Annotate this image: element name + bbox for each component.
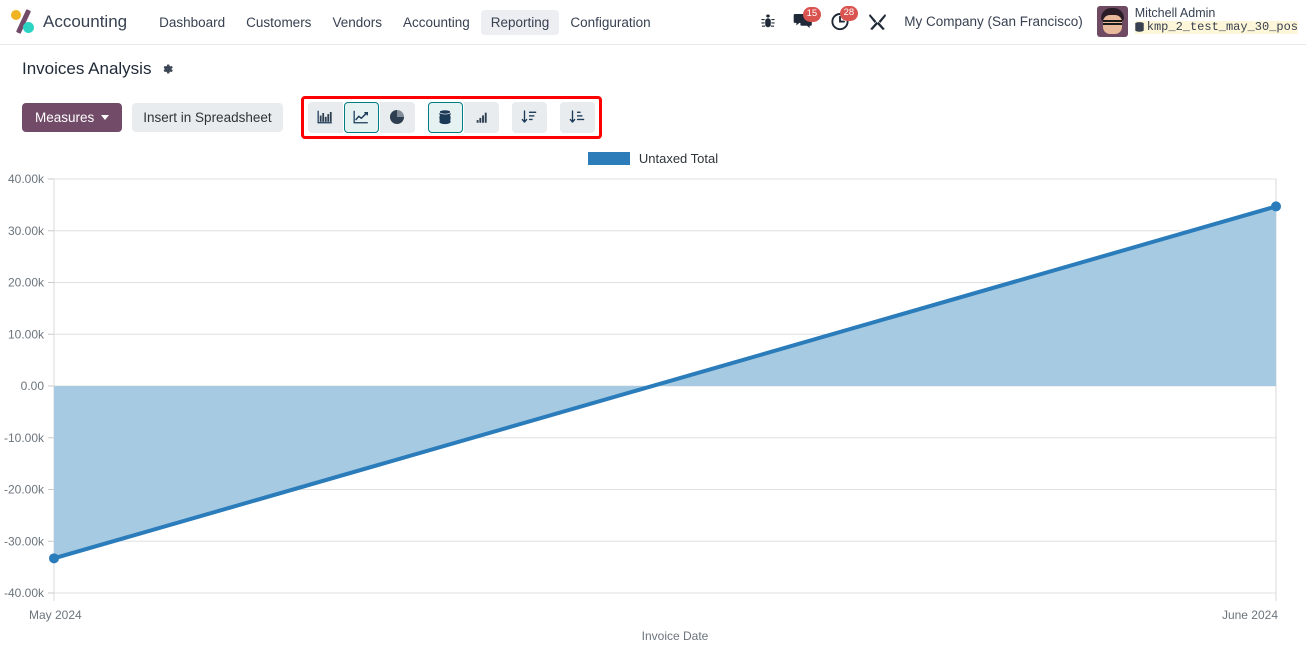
pie-chart-button[interactable] [379,101,415,133]
measures-button-label: Measures [35,109,95,125]
breadcrumb: Invoices Analysis [22,59,174,79]
y-tick-label: 0.00 [21,379,45,393]
sort-ascending-button[interactable] [559,101,595,133]
y-tick-label: 40.00k [8,172,45,186]
bar-chart-icon [317,110,332,124]
line-chart-icon [353,110,369,124]
bar-chart-button[interactable] [307,101,343,133]
measures-button[interactable]: Measures [22,102,123,132]
control-panel: Invoices Analysis Invoiced × [0,45,1306,137]
avatar [1096,6,1128,38]
x-tick-label: June 2024 [1222,608,1278,622]
chart-type-toolbar [300,95,602,139]
top-navbar: Accounting Dashboard Customers Vendors A… [0,0,1306,45]
user-name: Mitchell Admin [1134,5,1216,20]
database-icon [1135,22,1144,32]
cumulative-button[interactable] [463,101,499,133]
main-menu: Dashboard Customers Vendors Accounting R… [149,9,661,35]
company-selector[interactable]: My Company (San Francisco) [896,14,1091,29]
odoo-logo-icon[interactable] [10,9,36,35]
y-tick-label: -10.00k [4,431,45,445]
y-tick-label: 30.00k [8,224,45,238]
menu-item-dashboard[interactable]: Dashboard [149,10,235,35]
user-menu[interactable]: Mitchell Admin kmp_2_test_may_30_pos [1091,6,1298,39]
sort-amount-asc-icon [569,110,585,123]
graph-view: Untaxed Total 40.00k 30.00k 20.00k 10.00k 0.… [0,142,1306,645]
menu-item-reporting[interactable]: Reporting [480,9,560,35]
data-point[interactable] [1271,201,1281,212]
insert-in-spreadsheet-button[interactable]: Insert in Spreadsheet [132,102,283,132]
menu-item-configuration[interactable]: Configuration [560,10,660,35]
chart-canvas[interactable]: 40.00k 30.00k 20.00k 10.00k 0.00 -10.00k -20.0… [0,142,1306,645]
line-chart-button[interactable] [343,101,379,133]
menu-item-customers[interactable]: Customers [236,10,321,35]
menu-item-accounting[interactable]: Accounting [393,10,480,35]
page-title: Invoices Analysis [22,58,152,78]
data-point[interactable] [49,553,59,564]
y-tick-label: 20.00k [8,276,45,290]
pie-chart-icon [390,109,405,125]
activities-badge: 28 [839,6,859,21]
debug-bug-icon[interactable] [752,14,784,30]
messages-chat-icon[interactable]: 15 [784,7,822,30]
sort-descending-button[interactable] [511,101,547,133]
x-axis-title: Invoice Date [642,629,709,643]
y-tick-label: -30.00k [4,534,45,548]
chart-type-group [307,101,415,133]
sort-group-asc [559,101,595,133]
y-tick-label: -20.00k [4,483,45,497]
x-tick-label: May 2024 [29,608,82,622]
navbar-right-section: 15 28 My Company (San Francisco) Mitchel… [752,6,1298,39]
ascending-bars-icon [476,112,487,123]
stacked-database-icon [439,109,452,125]
database-name-wrapper: kmp_2_test_may_30_pos [1134,19,1298,35]
stacked-button[interactable] [427,101,463,133]
chart-option-group [427,101,499,133]
menu-item-vendors[interactable]: Vendors [322,10,392,35]
app-brand-name[interactable]: Accounting [43,12,127,32]
y-tick-label: 10.00k [8,327,45,341]
sort-group-desc [511,101,547,133]
messages-badge: 15 [802,7,822,22]
gear-icon[interactable] [160,62,174,76]
chevron-down-icon [101,114,110,120]
sort-amount-desc-icon [521,110,537,123]
measures-toolbar: Measures Insert in Spreadsheet [0,92,1306,142]
activities-clock-icon[interactable]: 28 [822,6,859,31]
tools-wrench-icon[interactable] [859,12,896,31]
database-name: kmp_2_test_may_30_pos [1146,19,1298,34]
y-tick-label: -40.00k [4,586,45,600]
